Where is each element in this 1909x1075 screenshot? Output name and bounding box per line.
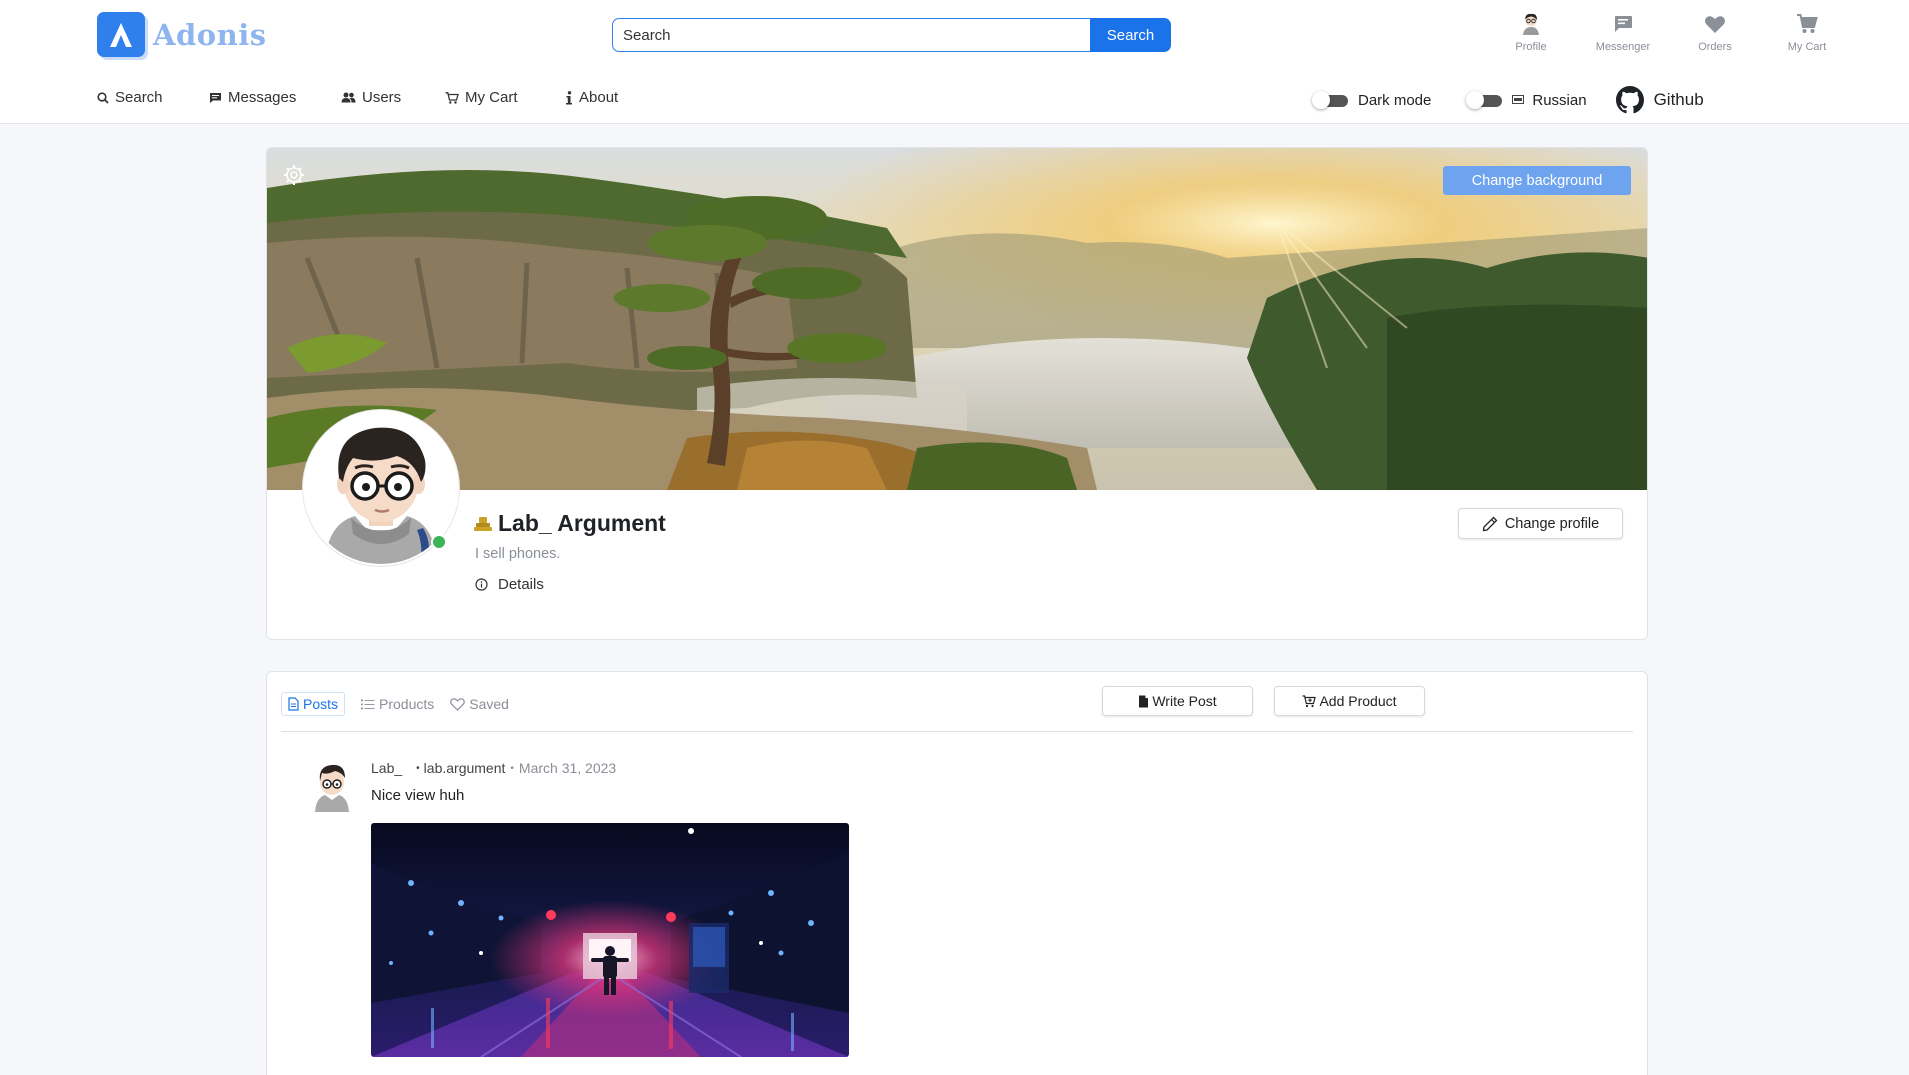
settings-toggles: Dark mode Russian Github [1312,86,1704,114]
logo-icon [97,12,145,57]
tab-products-label: Products [379,696,435,712]
nav-search-label: Search [115,89,163,106]
posts-card: Posts Products Saved Write Post Add Prod… [266,671,1648,1075]
my-cart-label: My Cart [1787,41,1827,53]
nav-about[interactable]: About [565,89,665,106]
message-icon [210,92,221,103]
nav-my-cart-label: My Cart [465,89,518,106]
dark-mode-label: Dark mode [1358,91,1432,109]
post-author-username[interactable]: lab.argument [424,760,506,776]
profile-card: Change background Lab_ Argument I sell p… [266,147,1648,640]
nav-users[interactable]: Users [341,89,445,106]
search-input[interactable] [612,18,1090,52]
cover-image: Change background [267,148,1647,490]
tabs-divider [281,731,1633,732]
nav-search[interactable]: Search [97,89,209,106]
nav-messages-label: Messages [228,89,297,106]
post-meta: Lab_ • lab.argument • March 31, 2023 [371,760,616,776]
details-label: Details [498,576,544,593]
tab-posts[interactable]: Posts [281,692,346,716]
github-icon [1615,86,1644,114]
my-cart-link[interactable]: My Cart [1761,12,1853,53]
details-link[interactable]: Details [475,576,544,593]
search-icon [97,91,109,104]
cart-icon [445,91,459,104]
gear-icon[interactable] [283,164,305,186]
add-product-button[interactable]: Add Product [1274,686,1425,716]
write-post-label: Write Post [1152,693,1217,709]
language-toggle[interactable] [1466,91,1503,109]
nav-my-cart[interactable]: My Cart [445,89,565,106]
profile-name-row: Lab_ Argument [474,510,666,537]
document-icon [288,697,299,711]
online-status-indicator [431,534,447,550]
orders-link[interactable]: Orders [1669,12,1761,53]
post-author-avatar[interactable] [313,760,351,812]
orders-label: Orders [1698,41,1732,53]
post-text: Nice view huh [371,787,465,804]
nav-users-label: Users [362,89,402,106]
top-header: Adonis Search Profile Messenger [0,0,1909,124]
heart-icon [1704,12,1726,36]
users-icon [341,92,356,103]
language-toggle-group: Russian [1466,91,1587,109]
tab-saved-label: Saved [469,696,509,712]
search-button[interactable]: Search [1090,18,1171,52]
search-bar: Search [612,18,1171,52]
tab-products[interactable]: Products [361,696,434,712]
profile-label: Profile [1515,41,1547,53]
post-image[interactable] [371,823,849,1057]
dark-mode-toggle-group: Dark mode [1312,91,1431,109]
change-background-button[interactable]: Change background [1443,166,1631,195]
tab-saved[interactable]: Saved [450,696,509,712]
russian-flag-icon [1512,93,1525,107]
seller-badge-icon [474,516,492,531]
post-author-name[interactable]: Lab_ [371,760,402,776]
main-nav: Search Messages Users My Cart About [97,89,665,106]
profile-tabs: Posts Products Saved [281,692,525,716]
nav-about-label: About [579,89,619,106]
document-fill-icon [1139,695,1149,707]
github-link[interactable]: Github [1615,86,1704,114]
messenger-link[interactable]: Messenger [1577,12,1669,53]
cart-plus-icon [1302,694,1317,707]
tab-posts-label: Posts [303,696,339,712]
write-post-button[interactable]: Write Post [1102,686,1253,716]
profile-avatar[interactable] [303,410,459,566]
github-label: Github [1653,90,1704,109]
profile-name: Lab_ Argument [498,510,666,536]
info-icon [566,90,572,104]
dark-mode-toggle[interactable] [1312,91,1348,109]
meta-separator: • [416,762,420,774]
change-profile-label: Change profile [1504,515,1600,532]
nav-messages[interactable]: Messages [209,89,341,106]
app-name: Adonis [153,17,267,52]
language-label: Russian [1532,91,1587,109]
add-product-label: Add Product [1319,693,1397,709]
cart-icon [1796,12,1818,36]
chat-bubble-icon [1613,12,1633,36]
info-circle-icon [475,578,488,591]
top-icon-bar: Profile Messenger Orders My Cart [1485,12,1853,53]
app-logo[interactable]: Adonis [97,12,267,57]
meta-separator: • [510,762,514,774]
messenger-label: Messenger [1595,41,1651,53]
user-avatar-icon [1522,12,1540,36]
list-icon [361,699,375,709]
post-date: March 31, 2023 [518,760,617,776]
profile-link[interactable]: Profile [1485,12,1577,53]
change-profile-button[interactable]: Change profile [1458,508,1623,539]
pencil-icon [1482,516,1498,531]
profile-bio: I sell phones. [475,546,561,562]
heart-outline-icon [450,697,466,711]
